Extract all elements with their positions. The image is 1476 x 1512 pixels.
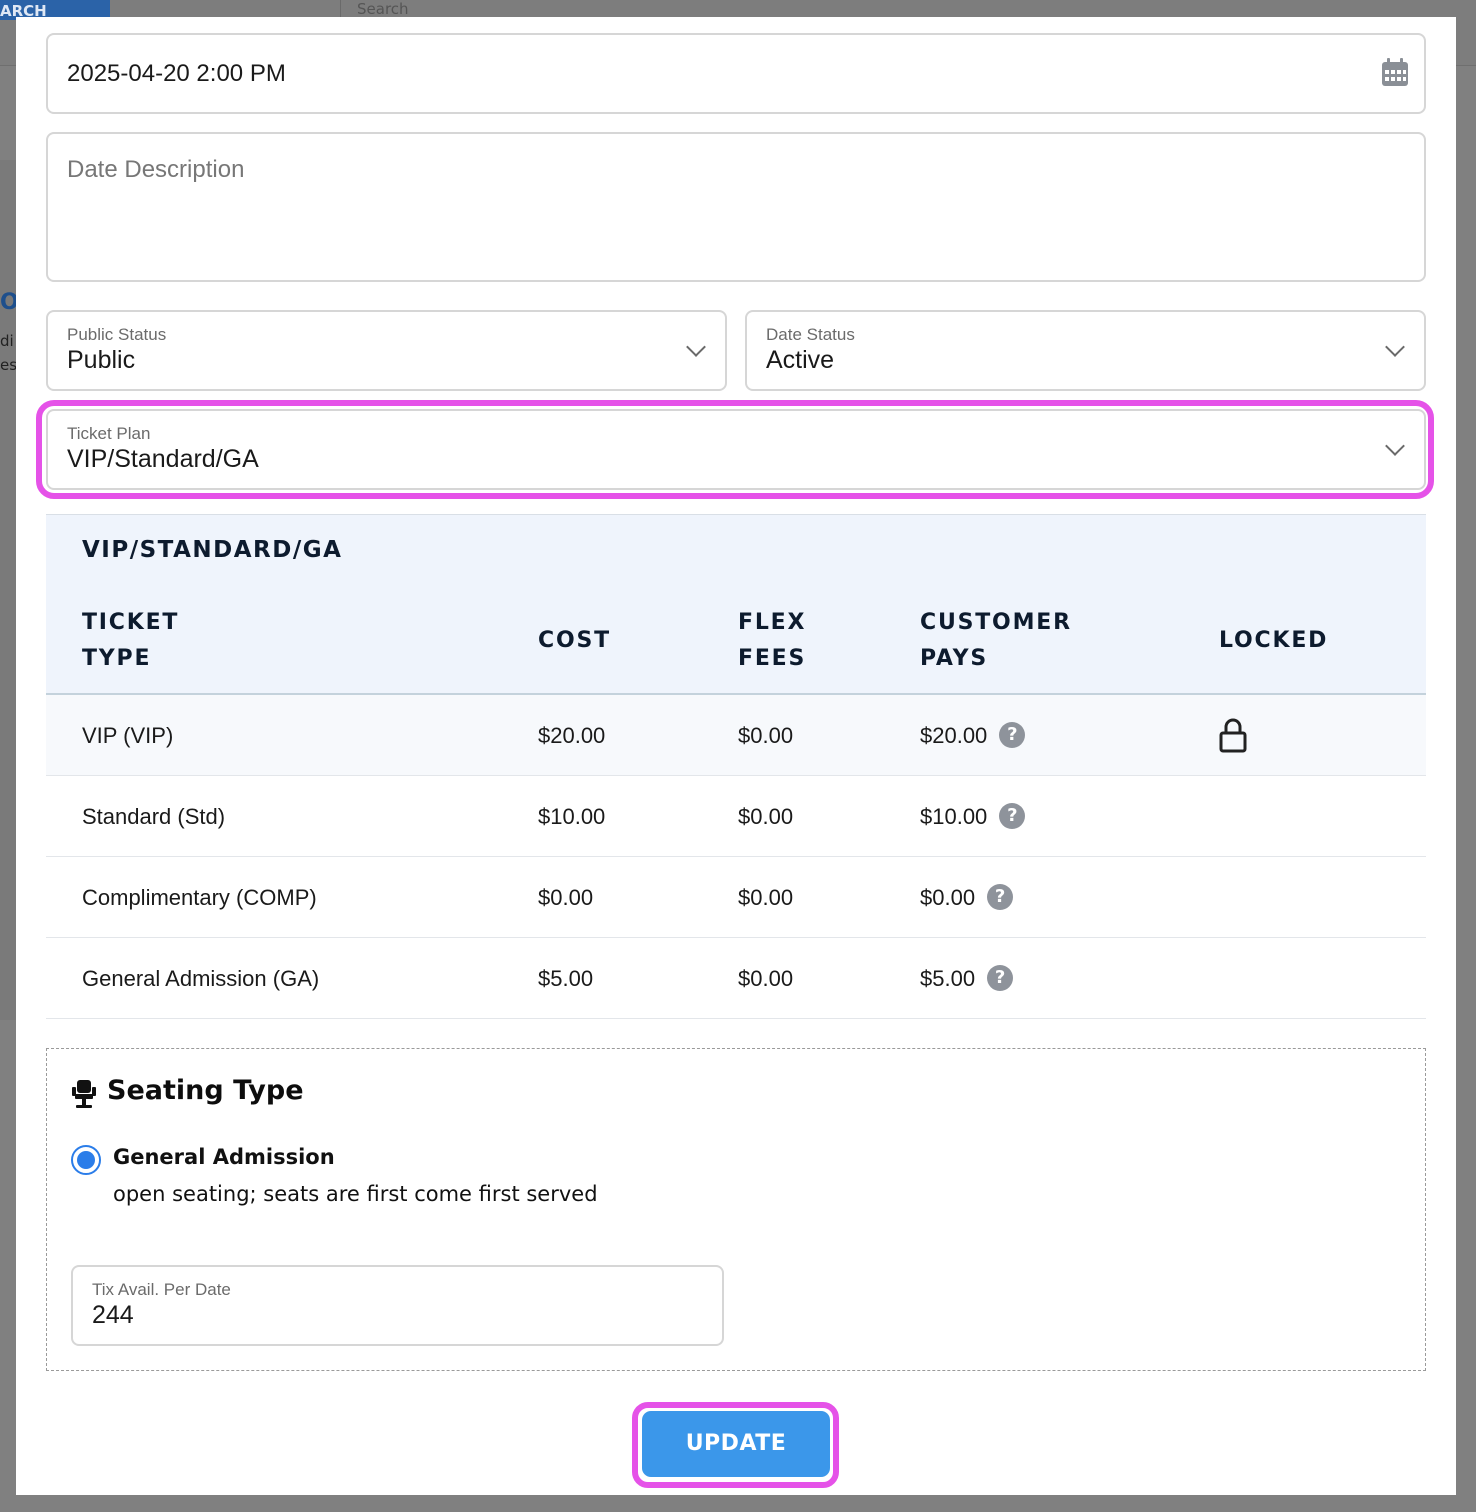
cost-cell: $0.00 bbox=[538, 885, 594, 910]
table-row: Standard (Std) $10.00 $0.00 $10.00? bbox=[46, 776, 1426, 857]
cost-cell: $5.00 bbox=[538, 966, 594, 991]
flex-fees-cell: $0.00 bbox=[738, 804, 794, 829]
table-row: General Admission (GA) $5.00 $0.00 $5.00… bbox=[46, 938, 1426, 1019]
date-status-label: Date Status bbox=[766, 325, 855, 344]
help-icon[interactable]: ? bbox=[987, 965, 1014, 992]
seat-icon bbox=[72, 1080, 96, 1108]
ticket-type-cell: General Admission (GA) bbox=[82, 966, 320, 991]
date-status-value: Active bbox=[766, 346, 835, 374]
ticket-plan-select[interactable]: Ticket Plan VIP/Standard/GA bbox=[46, 409, 1426, 490]
tix-avail-label: Tix Avail. Per Date bbox=[92, 1280, 231, 1299]
ticket-plan-table: VIP/STANDARD/GA TICKET TYPE COST FLEX FE… bbox=[46, 514, 1426, 1019]
update-button[interactable]: UPDATE bbox=[642, 1411, 830, 1477]
ticket-plan-value: VIP/Standard/GA bbox=[67, 445, 259, 473]
column-header-cost: COST bbox=[538, 628, 611, 653]
column-header-flex-fees: FLEX FEES bbox=[738, 605, 806, 677]
help-icon[interactable]: ? bbox=[999, 803, 1026, 830]
public-status-select[interactable]: Public Status Public bbox=[46, 310, 727, 391]
customer-pays-value: $5.00 bbox=[920, 966, 976, 991]
chevron-down-icon bbox=[1385, 337, 1405, 357]
flex-fees-cell: $0.00 bbox=[738, 723, 794, 748]
general-admission-label[interactable]: General Admission bbox=[113, 1145, 335, 1169]
help-icon[interactable]: ? bbox=[987, 884, 1014, 911]
seating-type-section: Seating Type General Admission open seat… bbox=[46, 1048, 1426, 1371]
help-icon[interactable]: ? bbox=[999, 722, 1026, 749]
cost-cell: $20.00 bbox=[538, 723, 606, 748]
tix-avail-per-date-field[interactable]: Tix Avail. Per Date 244 bbox=[71, 1265, 724, 1346]
customer-pays-cell: $0.00? bbox=[920, 857, 1014, 938]
background-side-text-1: di bbox=[0, 332, 14, 350]
public-status-label: Public Status bbox=[67, 325, 167, 344]
ticket-type-cell: Complimentary (COMP) bbox=[82, 885, 317, 910]
table-header: VIP/STANDARD/GA TICKET TYPE COST FLEX FE… bbox=[46, 514, 1426, 695]
plan-title: VIP/STANDARD/GA bbox=[82, 537, 343, 563]
flex-fees-cell: $0.00 bbox=[738, 966, 794, 991]
column-header-flex-line1: FLEX bbox=[738, 610, 807, 635]
column-header-pays-line2: PAYS bbox=[920, 646, 989, 671]
chevron-down-icon bbox=[1385, 436, 1405, 456]
column-header-pays-line1: CUSTOMER bbox=[920, 610, 1072, 635]
column-header-ticket-type-line2: TYPE bbox=[82, 646, 152, 671]
table-row: VIP (VIP) $20.00 $0.00 $20.00? bbox=[46, 695, 1426, 776]
edit-date-modal: 2025-04-20 2:00 PM Date Description Publ… bbox=[16, 17, 1456, 1495]
background-side-text-2: es bbox=[0, 356, 18, 374]
background-search-placeholder: Search bbox=[357, 0, 409, 18]
ticket-type-cell: VIP (VIP) bbox=[82, 723, 174, 748]
chevron-down-icon bbox=[686, 337, 706, 357]
background-sidebar bbox=[0, 160, 16, 1020]
column-header-customer-pays: CUSTOMER PAYS bbox=[920, 605, 1072, 677]
customer-pays-cell: $20.00? bbox=[920, 695, 1026, 776]
general-admission-radio[interactable] bbox=[71, 1145, 101, 1175]
ticket-type-cell: Standard (Std) bbox=[82, 804, 226, 829]
column-header-locked: LOCKED bbox=[1219, 628, 1329, 653]
date-description-placeholder: Date Description bbox=[67, 156, 245, 183]
tix-avail-value: 244 bbox=[92, 1301, 134, 1329]
cost-cell: $10.00 bbox=[538, 804, 606, 829]
calendar-icon[interactable] bbox=[1381, 57, 1409, 87]
lock-icon bbox=[1219, 718, 1247, 753]
customer-pays-cell: $10.00? bbox=[920, 776, 1026, 857]
ticket-plan-label: Ticket Plan bbox=[67, 424, 151, 443]
datetime-value: 2025-04-20 2:00 PM bbox=[67, 60, 286, 87]
customer-pays-value: $0.00 bbox=[920, 885, 976, 910]
customer-pays-cell: $5.00? bbox=[920, 938, 1014, 1019]
table-row: Complimentary (COMP) $0.00 $0.00 $0.00? bbox=[46, 857, 1426, 938]
column-header-ticket-type: TICKET TYPE bbox=[82, 605, 179, 677]
column-header-flex-line2: FEES bbox=[738, 646, 807, 671]
customer-pays-value: $10.00 bbox=[920, 804, 988, 829]
seating-type-title: Seating Type bbox=[107, 1075, 304, 1106]
customer-pays-value: $20.00 bbox=[920, 723, 988, 748]
date-status-select[interactable]: Date Status Active bbox=[745, 310, 1426, 391]
public-status-value: Public bbox=[67, 346, 136, 374]
flex-fees-cell: $0.00 bbox=[738, 885, 794, 910]
general-admission-description: open seating; seats are first come first… bbox=[113, 1182, 598, 1206]
datetime-field[interactable]: 2025-04-20 2:00 PM bbox=[46, 33, 1426, 114]
date-description-field[interactable]: Date Description bbox=[46, 132, 1426, 282]
column-header-ticket-type-line1: TICKET bbox=[82, 610, 180, 635]
